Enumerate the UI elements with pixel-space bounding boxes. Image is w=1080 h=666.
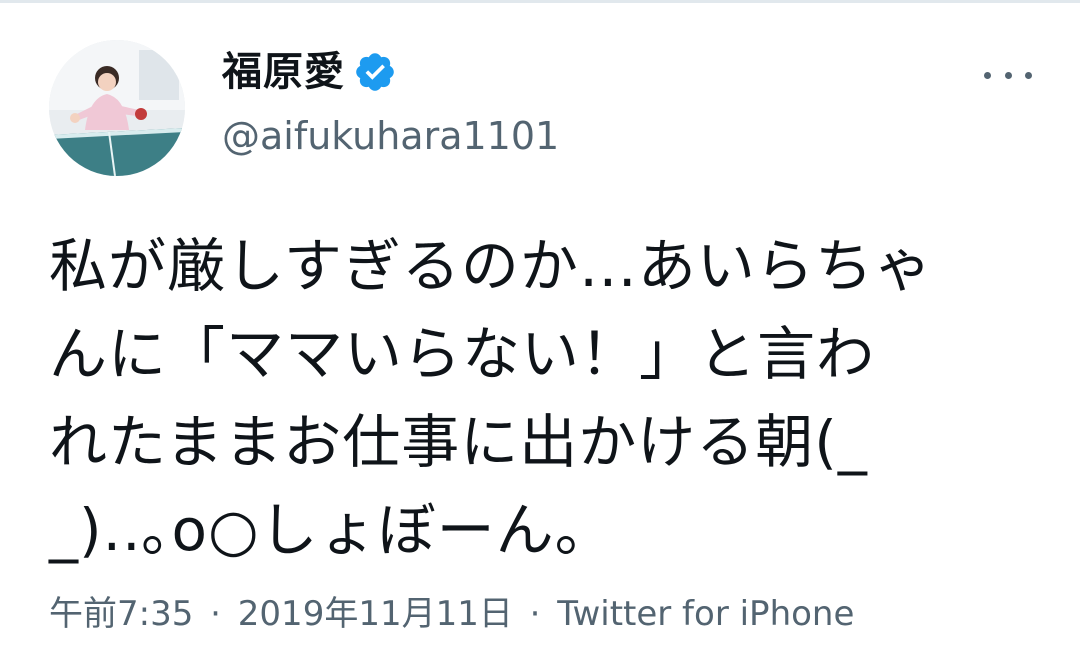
tweet-date[interactable]: 2019年11月11日 (238, 594, 513, 634)
more-dot (1025, 71, 1032, 79)
name-row: 福原愛 (222, 44, 559, 100)
meta-separator: · (529, 594, 541, 634)
tweet-time[interactable]: 午前7:35 (49, 594, 193, 634)
display-name[interactable]: 福原愛 (222, 44, 345, 100)
meta-separator: · (210, 594, 221, 634)
user-handle[interactable]: @aifukuhara1101 (222, 110, 559, 162)
author-block: 福原愛 @aifukuhara1101 (222, 44, 559, 162)
more-dot (1004, 71, 1012, 79)
verified-badge-icon (353, 50, 397, 94)
tweet-card: 福原愛 @aifukuhara1101 私が厳しすぎるのか…あいらちゃ んに「マ… (0, 0, 1080, 666)
more-dot (984, 71, 991, 79)
tweet-meta: 午前7:35 · 2019年11月11日 · Twitter for iPhon… (49, 590, 854, 638)
profile-photo-icon (49, 40, 185, 176)
tweet-source[interactable]: Twitter for iPhone (557, 594, 854, 634)
tweet-text: 私が厳しすぎるのか…あいらちゃ んに「ママいらない！」と言わ れたままお仕事に出… (49, 232, 933, 564)
avatar[interactable] (49, 40, 185, 176)
more-options-icon[interactable] (980, 60, 1036, 90)
